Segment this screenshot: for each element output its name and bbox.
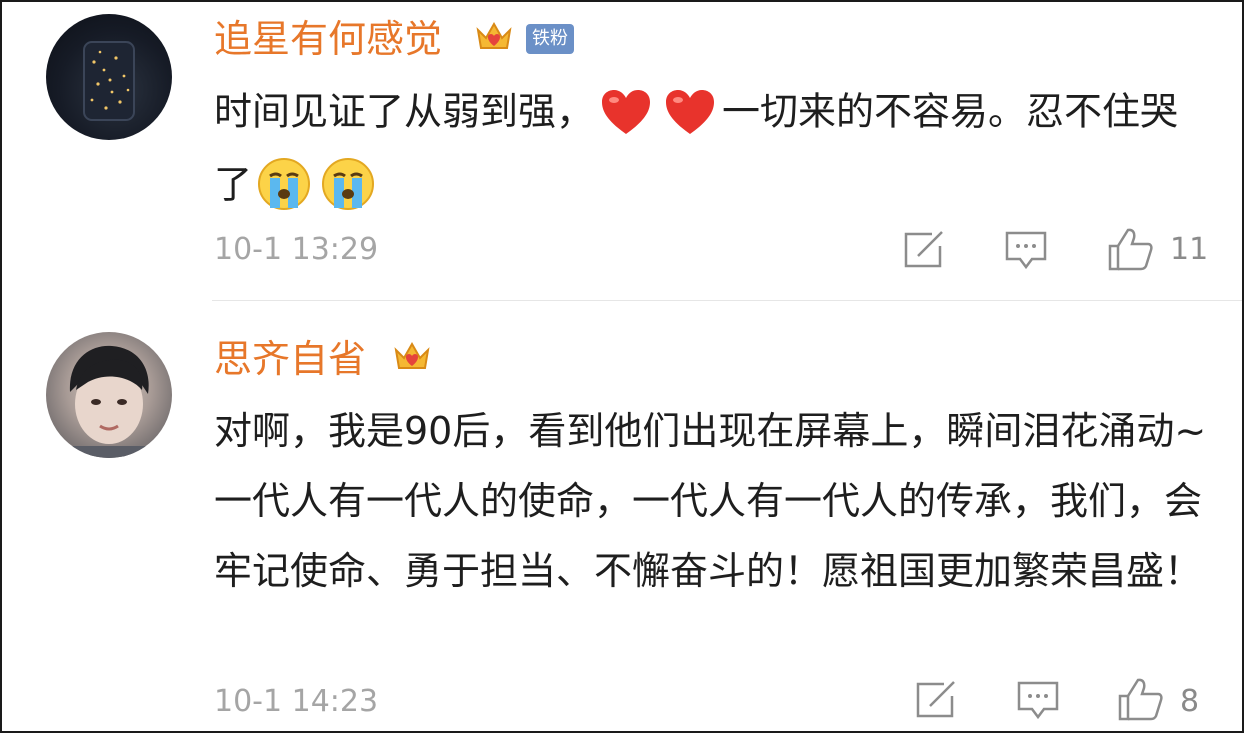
avatar[interactable]	[46, 332, 172, 458]
screenshot-frame: 追星有何感觉 铁粉 时间见证了从弱到强， 一切来的不容易。忍不住哭了 10-1 1…	[0, 0, 1244, 733]
crown-icon	[394, 341, 430, 369]
comment-text-part: 时间见证了从弱到强，	[214, 89, 595, 134]
crown-icon	[476, 21, 512, 49]
comment-time: 10-1 13:29	[214, 232, 379, 267]
divider	[212, 300, 1242, 301]
like-count: 11	[1170, 232, 1209, 267]
comment-text: 对啊，我是90后，看到他们出现在屏幕上，瞬间泪花涌动~一代人有一代人的使命，一代…	[214, 409, 1207, 593]
crying-face-icon	[258, 158, 311, 210]
username[interactable]: 追星有何感觉	[214, 20, 442, 58]
like-icon[interactable]	[1116, 676, 1164, 722]
comment-text: 时间见证了从弱到强， 一切来的不容易。忍不住哭了	[214, 74, 1214, 219]
comment-icon[interactable]	[1004, 230, 1048, 270]
comment-item: 思齐自省 对啊，我是90后，看到他们出现在屏幕上，瞬间泪花涌动~一代人有一代人的…	[2, 302, 1244, 735]
username[interactable]: 思齐自省	[214, 340, 366, 378]
comment-time: 10-1 14:23	[214, 684, 379, 719]
like-icon[interactable]	[1106, 226, 1154, 272]
comment-icon[interactable]	[1016, 680, 1060, 720]
share-icon[interactable]	[902, 230, 946, 270]
heart-icon	[666, 89, 715, 134]
crying-face-icon	[322, 158, 375, 210]
like-count: 8	[1180, 684, 1200, 719]
heart-icon	[602, 89, 651, 134]
avatar[interactable]	[46, 14, 172, 140]
fan-badge: 铁粉	[526, 24, 574, 54]
share-icon[interactable]	[914, 680, 958, 720]
comment-item: 追星有何感觉 铁粉 时间见证了从弱到强， 一切来的不容易。忍不住哭了 10-1 1…	[2, 2, 1244, 300]
